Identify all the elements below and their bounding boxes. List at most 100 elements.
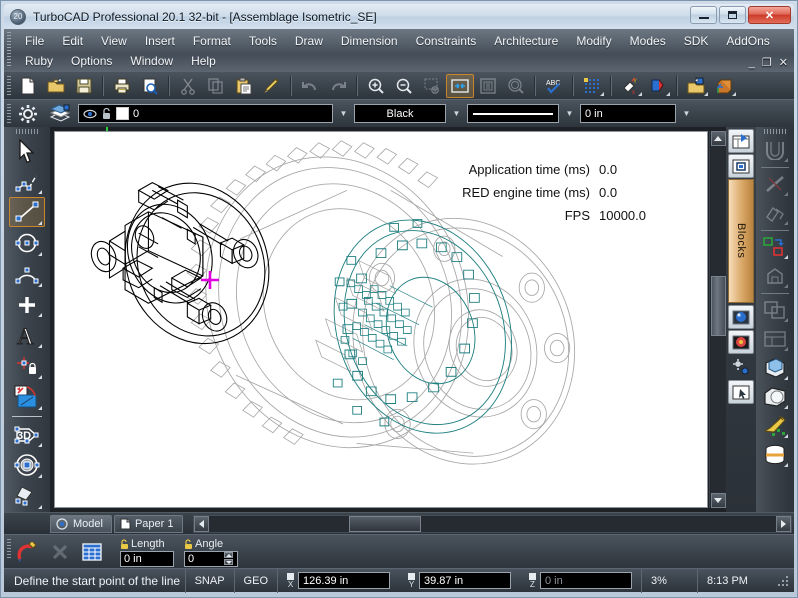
material-brush-tool-button[interactable]	[759, 412, 791, 440]
linestyle-combo[interactable]	[467, 104, 559, 123]
copy-button[interactable]	[202, 74, 230, 98]
scroll-left-button[interactable]	[193, 515, 209, 532]
menu-window[interactable]: Window	[121, 52, 182, 70]
flyout-corner-icon[interactable]	[784, 463, 788, 467]
undo-button[interactable]	[296, 74, 324, 98]
menu-constraints[interactable]: Constraints	[407, 32, 486, 50]
3d-tool-button[interactable]: 3D	[9, 420, 45, 450]
new-file-button[interactable]	[14, 74, 42, 98]
materials-palette-tab[interactable]	[728, 330, 754, 354]
zoom-level[interactable]: 3%	[641, 568, 697, 593]
flyout-corner-icon[interactable]	[38, 443, 42, 448]
flyout-corner-icon[interactable]	[784, 405, 788, 409]
angle-spin-up-button[interactable]	[224, 552, 233, 558]
flyout-corner-icon[interactable]	[38, 251, 42, 256]
design-director-tab[interactable]	[728, 129, 754, 153]
dropdown-corner-icon[interactable]	[732, 91, 736, 96]
snap-magnet-button[interactable]	[14, 540, 42, 564]
menu-file[interactable]: File	[16, 32, 53, 50]
angle-spin-down-button[interactable]	[224, 559, 233, 565]
flyout-corner-icon[interactable]	[38, 504, 42, 509]
trim-tool-button[interactable]	[759, 170, 791, 198]
menu-edit[interactable]: Edit	[53, 32, 92, 50]
align-tool-button[interactable]	[759, 325, 791, 353]
z-coordinate-cell[interactable]: Z 0 in	[520, 569, 641, 593]
zoom-page-button[interactable]	[474, 74, 502, 98]
z-coordinate-input[interactable]: 0 in	[540, 572, 632, 589]
flyout-corner-icon[interactable]	[38, 344, 42, 349]
flyout-corner-icon[interactable]	[38, 374, 42, 379]
solid-tool-button[interactable]	[9, 450, 45, 480]
flyout-corner-icon[interactable]	[784, 221, 788, 225]
save-file-button[interactable]	[70, 74, 98, 98]
copy-entity-tool-button[interactable]	[759, 233, 791, 261]
minimize-button[interactable]	[690, 6, 717, 24]
flyout-corner-icon[interactable]	[784, 347, 788, 351]
flyout-corner-icon[interactable]	[38, 474, 42, 479]
library-palette-tab[interactable]	[728, 305, 754, 329]
flyout-corner-icon[interactable]	[784, 434, 788, 438]
flyout-corner-icon[interactable]	[38, 221, 42, 226]
length-input[interactable]: 0 in	[120, 550, 174, 567]
cut-button[interactable]	[174, 74, 202, 98]
properties-gear-button[interactable]	[14, 102, 42, 126]
linewidth-combo[interactable]: 0 in	[580, 104, 676, 123]
print-preview-button[interactable]	[136, 74, 164, 98]
polyline-tool-button[interactable]	[9, 167, 45, 197]
shell-tool-button[interactable]	[759, 354, 791, 382]
mdi-restore-button[interactable]: ❐	[762, 58, 772, 69]
menu-dimension[interactable]: Dimension	[332, 32, 407, 50]
hatch-fill-tool-button[interactable]	[9, 382, 45, 412]
layer-color-swatch[interactable]	[116, 107, 129, 120]
menu-tools[interactable]: Tools	[240, 32, 286, 50]
point-tool-button[interactable]	[9, 290, 45, 320]
selection-info-tab[interactable]	[728, 380, 754, 404]
blocks-panel-tab[interactable]: Blocks	[728, 179, 754, 303]
flyout-corner-icon[interactable]	[784, 255, 788, 259]
menu-ruby[interactable]: Ruby	[16, 52, 62, 70]
color-combo-arrow-icon[interactable]: ▼	[450, 104, 463, 123]
mirror-tool-button[interactable]	[759, 199, 791, 227]
snap-toggle[interactable]: SNAP	[184, 568, 234, 593]
circle-tool-button[interactable]	[9, 228, 45, 258]
dropdown-corner-icon[interactable]	[666, 91, 670, 96]
properties-palette-tab[interactable]	[728, 355, 754, 379]
cylinder-tool-button[interactable]	[759, 441, 791, 469]
x-coordinate-input[interactable]: 126.39 in	[298, 572, 390, 589]
snap-options-button[interactable]: Yx	[616, 74, 644, 98]
scroll-down-button[interactable]	[710, 493, 726, 508]
resize-grip-icon[interactable]	[777, 573, 791, 588]
vscroll-thumb[interactable]	[710, 276, 726, 336]
menu-modes[interactable]: Modes	[621, 32, 675, 50]
vtoolbar-grip[interactable]	[16, 129, 38, 134]
vscroll-track[interactable]	[710, 146, 726, 493]
format-painter-button[interactable]	[258, 74, 286, 98]
explode-tool-button[interactable]	[759, 262, 791, 290]
text-tool-button[interactable]: A	[9, 320, 45, 350]
layer-combo[interactable]: 0	[78, 104, 333, 123]
spell-check-button[interactable]: ABC	[540, 74, 568, 98]
layer-combo-arrow-icon[interactable]: ▼	[337, 104, 350, 123]
zoom-out-button[interactable]	[390, 74, 418, 98]
close-button[interactable]: ✕	[748, 6, 791, 24]
zoom-previous-button[interactable]	[502, 74, 530, 98]
layers-button[interactable]	[46, 102, 74, 126]
constraint-tool-button[interactable]	[9, 351, 45, 381]
workspace-button[interactable]	[682, 74, 710, 98]
grid-button[interactable]	[578, 74, 606, 98]
flyout-corner-icon[interactable]	[784, 318, 788, 322]
menu-format[interactable]: Format	[184, 32, 240, 50]
menu-addons[interactable]: AddOns	[717, 32, 778, 50]
menu-help[interactable]: Help	[182, 52, 225, 70]
flyout-corner-icon[interactable]	[784, 284, 788, 288]
select-tool-button[interactable]	[9, 136, 45, 166]
rtoolbar-grip[interactable]	[764, 129, 786, 134]
menu-options[interactable]: Options	[62, 52, 121, 70]
extrude-tool-button[interactable]	[759, 136, 791, 164]
hscroll-thumb[interactable]	[348, 515, 421, 532]
flyout-corner-icon[interactable]	[38, 282, 42, 287]
blocks-selector-tab[interactable]	[728, 154, 754, 178]
angle-input[interactable]: 0	[184, 550, 238, 567]
zoom-in-button[interactable]	[362, 74, 390, 98]
coordinate-table-button[interactable]	[78, 540, 106, 564]
